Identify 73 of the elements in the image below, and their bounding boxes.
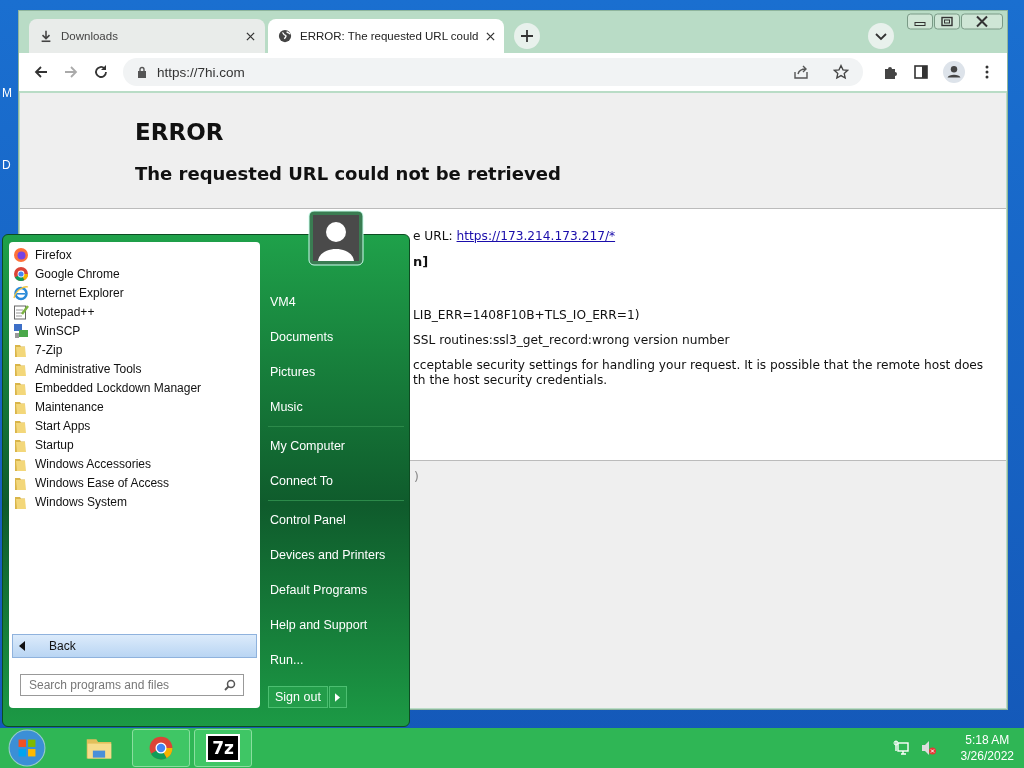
start-menu-link[interactable]: Pictures	[268, 355, 404, 390]
error-subtitle: The requested URL could not be retrieved	[135, 163, 562, 184]
search-icon	[224, 679, 236, 691]
program-item[interactable]: Start Apps	[11, 416, 258, 435]
restore-icon[interactable]	[934, 13, 960, 30]
muted-speaker-icon[interactable]	[920, 740, 937, 756]
close-icon[interactable]	[486, 31, 496, 41]
start-menu-link[interactable]: My Computer	[268, 429, 404, 464]
puzzle-icon[interactable]	[883, 64, 899, 80]
triangle-right-icon	[335, 692, 341, 702]
program-item[interactable]: Notepad++	[11, 302, 258, 321]
start-menu-link[interactable]: Connect To	[268, 464, 404, 499]
url-link[interactable]: https://173.214.173.217/*	[456, 229, 616, 243]
program-item[interactable]: Windows Accessories	[11, 454, 258, 473]
download-icon	[39, 29, 53, 43]
error-text: n]	[413, 254, 430, 269]
program-item[interactable]: Embedded Lockdown Manager	[11, 378, 258, 397]
share-icon[interactable]	[793, 64, 809, 80]
program-item[interactable]: 7-Zip	[11, 340, 258, 359]
error-text: SSL routines:ssl3_get_record:wrong version number	[413, 333, 731, 348]
computers-icon	[13, 322, 29, 339]
side-panel-icon[interactable]	[913, 64, 929, 80]
address-bar[interactable]: https://7hi.com	[123, 58, 863, 86]
browser-tab[interactable]: ERROR: The requested URL could	[268, 19, 504, 53]
reload-icon[interactable]	[93, 64, 109, 80]
notepad-icon	[13, 303, 29, 320]
program-item[interactable]: Firefox	[11, 245, 258, 264]
desktop-icon-label: M	[2, 86, 12, 100]
program-item[interactable]: Google Chrome	[11, 264, 258, 283]
start-menu-link[interactable]: Help and Support	[268, 608, 404, 643]
globe-icon	[278, 29, 292, 43]
start-menu-link[interactable]: Run...	[268, 643, 404, 678]
error-text: LIB_ERR=1408F10B+TLS_IO_ERR=1)	[413, 308, 641, 323]
start-menu-link[interactable]: Control Panel	[268, 503, 404, 538]
sign-out-button[interactable]: Sign out	[268, 686, 328, 708]
lock-icon	[137, 66, 147, 78]
search-field[interactable]: Search programs and files	[20, 674, 244, 696]
seven-zip-logo: 7z	[206, 734, 240, 762]
start-menu-link[interactable]: Documents	[268, 320, 404, 355]
minimize-icon[interactable]	[907, 13, 933, 30]
taskbar-button[interactable]	[132, 729, 190, 767]
star-icon[interactable]	[833, 64, 849, 80]
start-menu-link[interactable]: Devices and Printers	[268, 538, 404, 573]
desktop-icon-label: D	[2, 158, 12, 172]
chrome-icon	[13, 265, 29, 282]
triangle-left-icon	[19, 641, 25, 651]
profile-icon[interactable]	[943, 61, 965, 83]
start-menu-link[interactable]: Default Programs	[268, 573, 404, 608]
footer-text: )	[414, 469, 419, 484]
start-menu-link[interactable]: VM4	[268, 285, 404, 320]
tab-search-icon[interactable]	[867, 22, 895, 50]
program-item[interactable]: Windows Ease of Access	[11, 473, 258, 492]
error-text: cceptable security settings for handling your request. It is possible that the remote host does th the host security credentials.	[413, 358, 985, 388]
program-item[interactable]: Maintenance	[11, 397, 258, 416]
program-item[interactable]: WinSCP	[11, 321, 258, 340]
taskbar-button[interactable]: 7z	[194, 729, 252, 767]
error-title: ERROR	[135, 119, 225, 145]
close-icon[interactable]	[246, 31, 255, 41]
sign-out-options-button[interactable]	[328, 686, 347, 708]
close-icon[interactable]	[961, 13, 1003, 30]
program-item[interactable]: Startup	[11, 435, 258, 454]
program-item[interactable]: Internet Explorer	[11, 283, 258, 302]
back-button[interactable]: Back	[12, 634, 257, 658]
start-menu-link[interactable]: Music	[268, 390, 404, 425]
browser-tab[interactable]: Downloads	[29, 19, 265, 53]
internet-explorer-icon	[13, 284, 29, 301]
firefox-icon	[13, 246, 29, 263]
new-tab-icon[interactable]	[513, 22, 541, 50]
back-arrow-icon[interactable]	[33, 64, 49, 80]
program-item[interactable]: Administrative Tools	[11, 359, 258, 378]
error-text: e URL:	[413, 229, 454, 243]
program-item[interactable]: Windows System	[11, 492, 258, 511]
chrome-icon	[147, 735, 175, 761]
